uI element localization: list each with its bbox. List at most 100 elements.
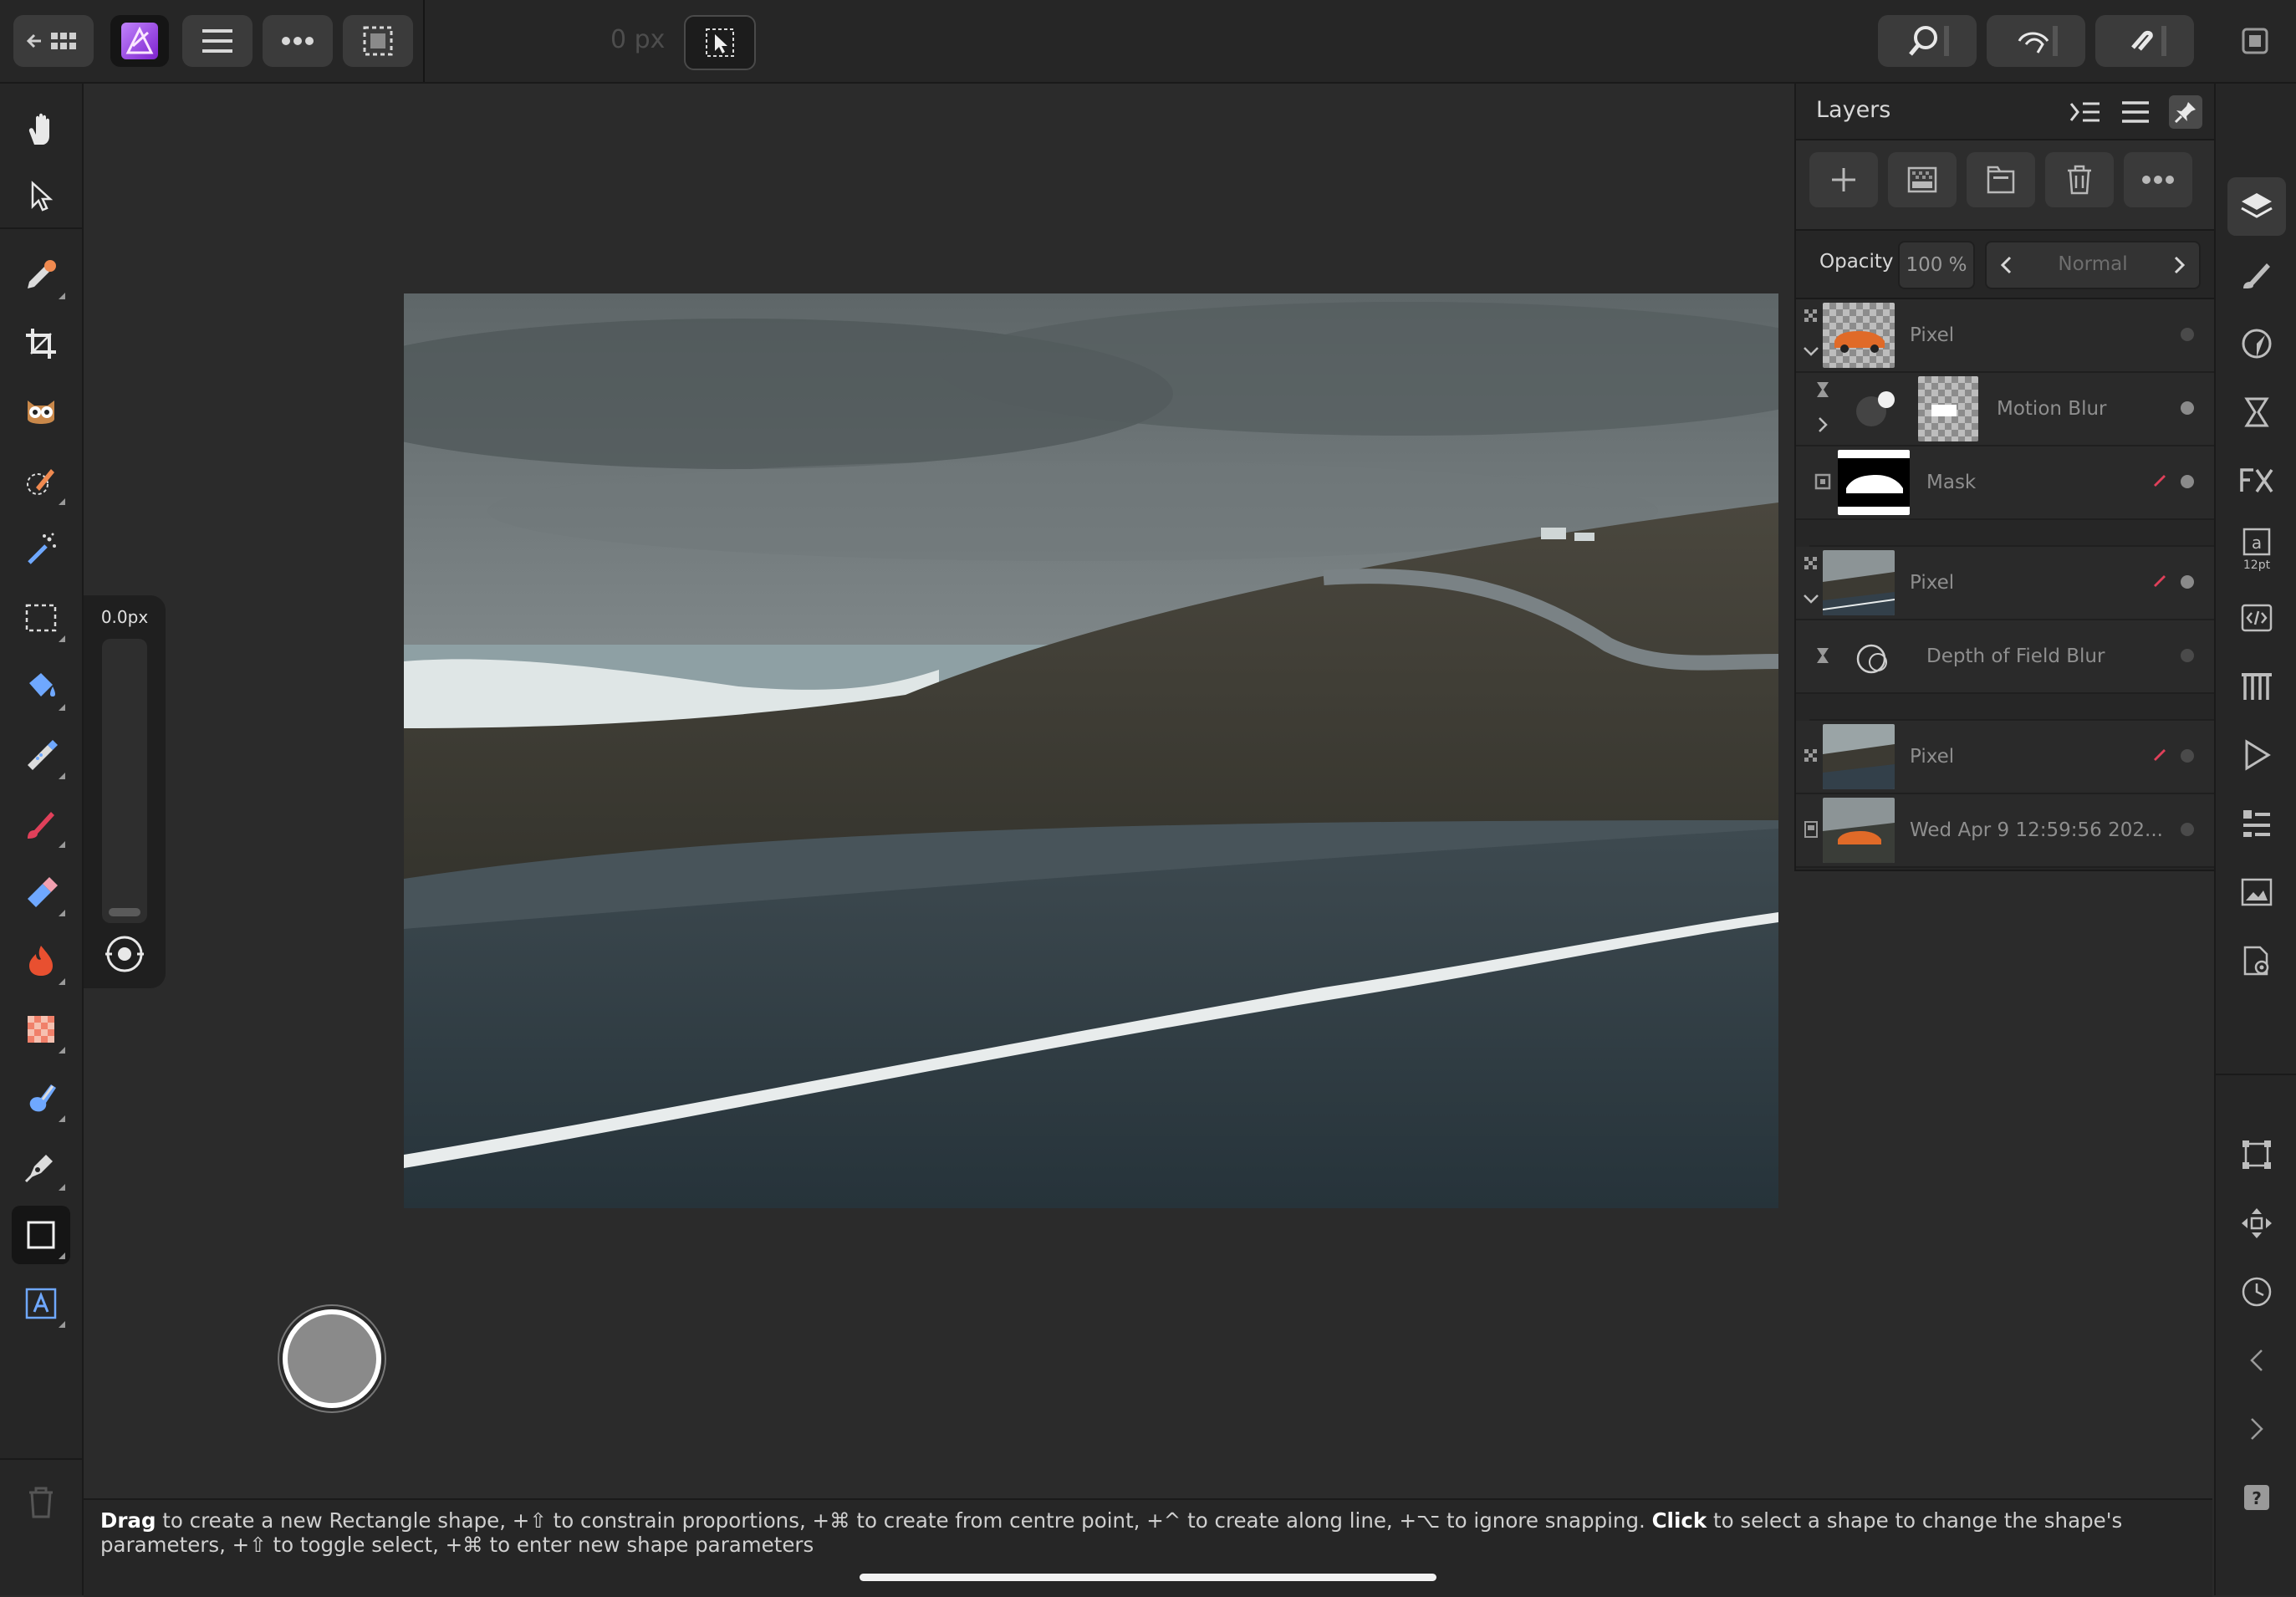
layers-studio-button[interactable] bbox=[2227, 177, 2286, 236]
layer-list-button[interactable] bbox=[2119, 95, 2152, 129]
more-layer-options-button[interactable] bbox=[2124, 152, 2192, 207]
document-settings-button[interactable] bbox=[2227, 931, 2286, 990]
layer-row[interactable]: Depth of Field Blur bbox=[1796, 620, 2214, 694]
layer-options-button[interactable] bbox=[2069, 95, 2102, 129]
macros-studio-button[interactable] bbox=[2227, 589, 2286, 647]
flood-select-tool[interactable] bbox=[12, 520, 70, 579]
home-indicator[interactable] bbox=[860, 1574, 1436, 1581]
brush-lock-button[interactable] bbox=[104, 933, 145, 975]
chevron-down-icon[interactable] bbox=[1801, 589, 1821, 609]
red-eye-tool[interactable] bbox=[12, 383, 70, 441]
canvas-photo[interactable] bbox=[404, 293, 1778, 1208]
selection-brush-tool[interactable] bbox=[12, 452, 70, 510]
layer-row[interactable]: Pixel bbox=[1796, 299, 2214, 373]
inpainting-brush-tool[interactable] bbox=[12, 726, 70, 784]
flood-fill-tool[interactable] bbox=[12, 657, 70, 716]
visibility-toggle[interactable] bbox=[2181, 328, 2194, 341]
layer-row[interactable]: Motion Blur bbox=[1796, 373, 2214, 446]
effects-studio-button[interactable] bbox=[2227, 452, 2286, 510]
image-layer-icon bbox=[1804, 821, 1818, 838]
layer-name: Wed Apr 9 12:59:56 202... bbox=[1910, 819, 2163, 841]
depth-of-field-icon bbox=[1856, 644, 1887, 674]
visibility-toggle[interactable] bbox=[2181, 475, 2194, 488]
channels-studio-button[interactable] bbox=[2227, 657, 2286, 716]
adjustments-studio-button[interactable] bbox=[2227, 314, 2286, 373]
history-play-button[interactable] bbox=[2227, 726, 2286, 784]
slider-thumb[interactable] bbox=[109, 908, 140, 916]
studio-bar: a 12pt ? bbox=[2214, 84, 2296, 1595]
layer-row[interactable]: Pixel bbox=[1796, 547, 2214, 620]
visibility-toggle[interactable] bbox=[2181, 401, 2194, 415]
move-tool[interactable] bbox=[12, 167, 70, 226]
blur-brush-tool[interactable] bbox=[12, 1000, 70, 1059]
rectangular-marquee-tool[interactable] bbox=[12, 589, 70, 647]
erase-brush-tool[interactable] bbox=[12, 863, 70, 921]
delete-layer-button[interactable] bbox=[2045, 152, 2114, 207]
visibility-toggle[interactable] bbox=[2181, 823, 2194, 836]
navigator-studio-button[interactable] bbox=[2227, 863, 2286, 921]
delete-button[interactable] bbox=[12, 1473, 70, 1532]
hand-icon bbox=[28, 113, 49, 145]
opacity-field[interactable]: 100 % bbox=[1898, 241, 1975, 289]
landscape-thumbnail-icon bbox=[1823, 724, 1895, 789]
crop-tool[interactable] bbox=[12, 314, 70, 373]
layer-row[interactable]: Wed Apr 9 12:59:56 202... bbox=[1796, 794, 2214, 868]
quick-action-button[interactable] bbox=[283, 1309, 381, 1408]
paint-brush-tool[interactable] bbox=[12, 794, 70, 853]
back-to-gallery-button[interactable] bbox=[13, 15, 94, 67]
layers-panel-title: Layers bbox=[1816, 97, 1891, 123]
view-zoom-button[interactable] bbox=[1878, 15, 1977, 67]
redo-button[interactable] bbox=[2227, 1400, 2286, 1458]
layer-name: Pixel bbox=[1910, 324, 1955, 346]
mask-shape-icon bbox=[1931, 405, 1957, 416]
plus-icon bbox=[1832, 168, 1855, 191]
brushes-studio-button[interactable] bbox=[2227, 246, 2286, 304]
layer-row[interactable]: Mask bbox=[1796, 446, 2214, 520]
burn-brush-tool[interactable] bbox=[12, 931, 70, 990]
transform-origin-button[interactable] bbox=[684, 15, 756, 70]
group-layers-button[interactable] bbox=[1967, 152, 2035, 207]
visibility-toggle[interactable] bbox=[2181, 575, 2194, 589]
smudge-brush-tool[interactable] bbox=[12, 1069, 70, 1127]
rectangle-tool[interactable] bbox=[12, 1206, 70, 1264]
text-styles-studio-button[interactable]: a 12pt bbox=[2227, 520, 2286, 579]
selection-brush-icon bbox=[27, 469, 54, 495]
assets-studio-button[interactable] bbox=[2227, 794, 2286, 853]
pin-panel-button[interactable] bbox=[2169, 95, 2202, 129]
layer-thumbnail bbox=[1823, 550, 1895, 615]
history-button[interactable] bbox=[2227, 1263, 2286, 1321]
main-menu-button[interactable] bbox=[182, 15, 253, 67]
fullscreen-button[interactable] bbox=[2229, 15, 2281, 67]
pen-tool[interactable] bbox=[12, 1137, 70, 1196]
chevron-right-icon[interactable] bbox=[2174, 256, 2186, 274]
layer-row[interactable]: Pixel bbox=[1796, 721, 2214, 794]
live-filters-studio-button[interactable] bbox=[2227, 383, 2286, 441]
bandage-brush-icon bbox=[28, 740, 58, 770]
affinity-photo-logo-icon bbox=[121, 23, 158, 59]
colour-picker-tool[interactable] bbox=[12, 246, 70, 304]
assistant-button[interactable] bbox=[1987, 15, 2085, 67]
help-button[interactable]: ? bbox=[2227, 1468, 2286, 1527]
brush-width-slider[interactable] bbox=[102, 639, 147, 923]
blend-mode-selector[interactable]: Normal bbox=[1985, 241, 2201, 289]
layer-name: Pixel bbox=[1910, 572, 1955, 594]
persona-switcher-button[interactable] bbox=[110, 15, 169, 67]
hint-text: to create a new Rectangle shape, +⇧ to c… bbox=[156, 1508, 1652, 1533]
add-mask-button[interactable] bbox=[1888, 152, 1957, 207]
move-nudge-button[interactable] bbox=[2227, 1194, 2286, 1253]
add-layer-button[interactable] bbox=[1809, 152, 1878, 207]
visibility-toggle[interactable] bbox=[2181, 749, 2194, 763]
snapping-button[interactable] bbox=[2095, 15, 2194, 67]
top-toolbar: 0 px bbox=[0, 0, 2296, 84]
chevron-down-icon[interactable] bbox=[1801, 341, 1821, 361]
transform-studio-button[interactable] bbox=[2227, 1125, 2286, 1184]
channels-icon bbox=[2242, 673, 2272, 700]
image-frame-icon bbox=[2241, 878, 2273, 906]
visibility-toggle[interactable] bbox=[2181, 649, 2194, 662]
chevron-right-icon[interactable] bbox=[1813, 415, 1833, 435]
selection-mode-button[interactable] bbox=[343, 15, 413, 67]
undo-button[interactable] bbox=[2227, 1331, 2286, 1390]
view-tool[interactable] bbox=[12, 100, 70, 159]
more-options-button[interactable] bbox=[263, 15, 333, 67]
artistic-text-tool[interactable] bbox=[12, 1274, 70, 1333]
